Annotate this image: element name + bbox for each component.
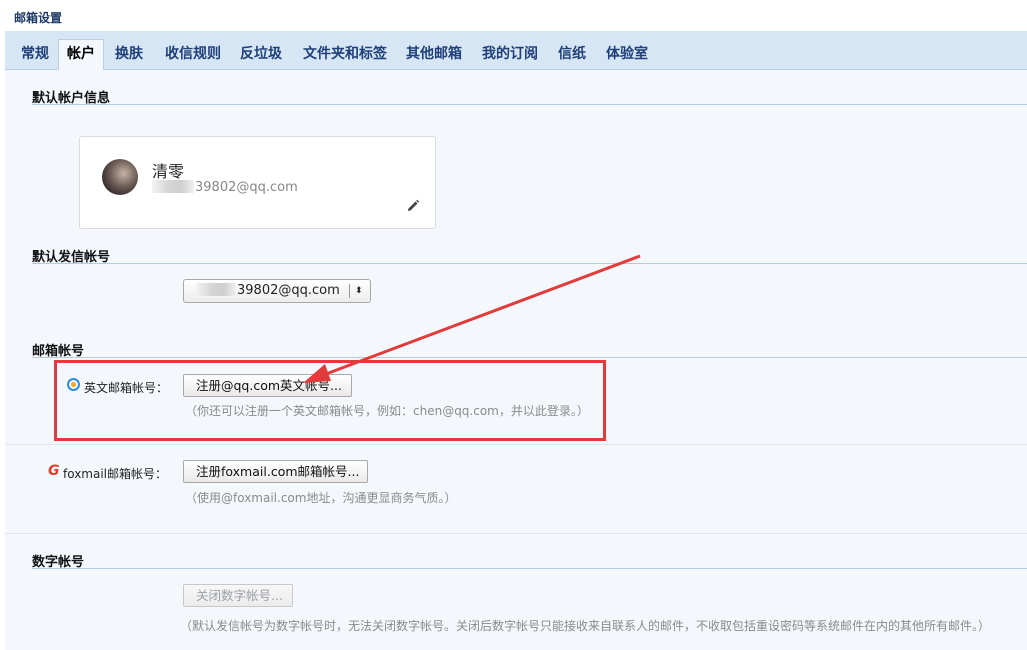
page-title: 邮箱设置 <box>14 11 63 25</box>
row-divider <box>5 444 1027 445</box>
tab-account[interactable]: 帐户 <box>58 39 104 71</box>
account-name: 清零 <box>152 162 185 181</box>
foxmail-account-label: foxmail邮箱帐号： <box>63 467 168 481</box>
row-divider <box>5 533 1027 534</box>
redaction-blur <box>152 180 194 193</box>
section-divider <box>32 357 1027 358</box>
tab-other-mailboxes[interactable]: 其他邮箱 <box>398 40 470 70</box>
tab-folders-and-tags[interactable]: 文件夹和标签 <box>295 40 395 70</box>
close-numeric-account-button[interactable]: 关闭数字帐号... <box>183 584 293 607</box>
numeric-account-hint: （默认发信帐号为数字帐号时，无法关闭数字帐号。关闭后数字帐号只能接收来自联系人的… <box>180 619 991 633</box>
select-arrows-icon: ⬍ <box>355 286 363 296</box>
select-separator <box>349 284 350 298</box>
settings-tab-bar: 常规 帐户 换肤 收信规则 反垃圾 文件夹和标签 其他邮箱 我的订阅 信纸 体验… <box>5 31 1027 71</box>
tab-lab[interactable]: 体验室 <box>598 40 656 70</box>
account-email-text: 39802@qq.com <box>195 180 298 195</box>
tab-receive-rules[interactable]: 收信规则 <box>157 40 229 70</box>
default-sender-select[interactable]: 39802@qq.com ⬍ <box>183 279 371 303</box>
settings-content: 默认帐户信息 清零 39802@qq.com 默认发信帐号 39802@qq.c… <box>5 70 1027 650</box>
section-divider <box>32 263 1027 264</box>
tab-my-subscriptions[interactable]: 我的订阅 <box>474 40 546 70</box>
account-card: 清零 39802@qq.com <box>79 136 436 229</box>
tab-general[interactable]: 常规 <box>13 40 57 70</box>
tab-skin[interactable]: 换肤 <box>107 40 151 70</box>
avatar[interactable] <box>102 159 138 195</box>
pencil-icon[interactable] <box>406 199 420 213</box>
foxmail-icon: G <box>48 463 60 479</box>
account-email: 39802@qq.com <box>152 180 298 195</box>
tab-anti-spam[interactable]: 反垃圾 <box>232 40 290 70</box>
redaction-blur <box>196 283 236 296</box>
section-divider <box>32 568 1027 569</box>
register-foxmail-account-button[interactable]: 注册foxmail.com邮箱帐号... <box>183 460 368 483</box>
annotation-highlight-box <box>54 360 606 441</box>
tab-stationery[interactable]: 信纸 <box>550 40 594 70</box>
section-divider <box>32 104 1027 105</box>
default-sender-value: 39802@qq.com <box>237 283 340 298</box>
foxmail-account-hint: （使用@foxmail.com地址，沟通更显商务气质。） <box>185 491 457 505</box>
